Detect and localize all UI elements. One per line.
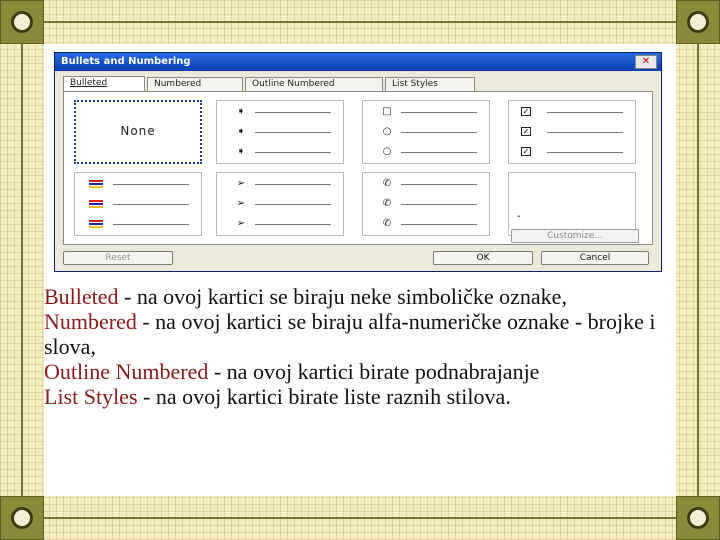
arrowhead-bullet-icon: ➢ xyxy=(236,198,246,209)
bullet-option-checkbox[interactable]: ✓ ✓ ✓ xyxy=(508,100,636,164)
ring-icon xyxy=(11,11,33,33)
picture-bullet-icon xyxy=(89,180,103,188)
arrow-bullet-icon: ➧ xyxy=(236,146,246,157)
tab-label: List Styles xyxy=(392,79,438,89)
hand-bullet-icon: ✆ xyxy=(382,198,392,209)
tab-label: Outline Numbered xyxy=(252,79,335,89)
bullet-row: ➢ xyxy=(225,217,335,231)
picture-bullet-icon xyxy=(89,200,103,208)
bullet-row xyxy=(83,177,193,191)
bullet-row: ➢ xyxy=(225,177,335,191)
reset-button[interactable]: Reset xyxy=(63,251,173,265)
bullet-row: ○ xyxy=(371,145,481,159)
frame-top-line xyxy=(22,21,698,23)
description-list-styles: List Styles - na ovoj kartici birate lis… xyxy=(44,384,684,409)
corner-ornament-top-left xyxy=(0,0,44,44)
bullets-numbering-dialog: Bullets and Numbering ✕ Bulleted Numbere… xyxy=(54,52,662,272)
keyword: Numbered xyxy=(44,309,137,334)
bullet-option-none[interactable]: None xyxy=(74,100,202,164)
arrow-bullet-icon: ➧ xyxy=(236,126,246,137)
arrowhead-bullet-icon: ➢ xyxy=(236,218,246,229)
bullet-row xyxy=(83,197,193,211)
tab-bulleted[interactable]: Bulleted xyxy=(63,76,145,91)
description-text: Bulleted - na ovoj kartici se biraju nek… xyxy=(44,284,684,409)
frame-right-line xyxy=(697,22,699,518)
arrowhead-bullet-icon: ➢ xyxy=(236,178,246,189)
bullet-option-picture[interactable] xyxy=(74,172,202,236)
keyword: Bulleted xyxy=(44,284,119,309)
bullet-row: ✆ xyxy=(371,217,481,231)
bullet-option-hand[interactable]: ✆ ✆ ✆ xyxy=(362,172,490,236)
explanation: - na ovoj kartici birate liste raznih st… xyxy=(137,384,511,409)
checkbox-bullet-icon: ✓ xyxy=(521,107,531,116)
checkbox-bullet-icon: ✓ xyxy=(521,127,531,136)
bullet-option-hollow[interactable]: □ ○ ○ xyxy=(362,100,490,164)
bullet-row xyxy=(83,217,193,231)
corner-ornament-bottom-right xyxy=(676,496,720,540)
tab-label: Numbered xyxy=(154,79,202,89)
dash-bullet-icon: - xyxy=(517,211,521,222)
hand-bullet-icon: ✆ xyxy=(382,178,392,189)
checkbox-bullet-icon: ✓ xyxy=(521,147,531,156)
tab-numbered[interactable]: Numbered xyxy=(147,77,243,91)
description-outline-numbered: Outline Numbered - na ovoj kartici birat… xyxy=(44,359,684,384)
dialog-titlebar: Bullets and Numbering ✕ xyxy=(55,53,661,71)
bullet-row: □ xyxy=(371,105,481,119)
bulleted-tab-panel: None ➧ ➧ ➧ □ ○ ○ ✓ ✓ ✓ ➢ ➢ ➢ ✆ ✆ ✆ - xyxy=(63,91,653,245)
none-label: None xyxy=(120,124,156,138)
bullet-row: ✓ xyxy=(517,105,627,119)
tab-outline-numbered[interactable]: Outline Numbered xyxy=(245,77,383,91)
arrow-bullet-icon: ➧ xyxy=(236,106,246,117)
cancel-button[interactable]: Cancel xyxy=(541,251,649,265)
frame-left-line xyxy=(21,22,23,518)
keyword: Outline Numbered xyxy=(44,359,209,384)
circle-bullet-icon: ○ xyxy=(382,126,392,137)
ring-icon xyxy=(687,11,709,33)
bullet-row: ✓ xyxy=(517,125,627,139)
bullet-row: ➧ xyxy=(225,145,335,159)
corner-ornament-top-right xyxy=(676,0,720,44)
slide-content: Bullets and Numbering ✕ Bulleted Numbere… xyxy=(44,44,676,496)
tab-label: Bulleted xyxy=(70,78,108,88)
description-numbered: Numbered - na ovoj kartici se biraju alf… xyxy=(44,309,684,359)
ring-icon xyxy=(687,507,709,529)
explanation: - na ovoj kartici se biraju neke simboli… xyxy=(118,284,567,309)
ok-button[interactable]: OK xyxy=(433,251,533,265)
explanation: - na ovoj kartici birate podnabrajanje xyxy=(208,359,540,384)
keyword: List Styles xyxy=(44,384,138,409)
hand-bullet-icon: ✆ xyxy=(382,218,392,229)
picture-bullet-icon xyxy=(89,220,103,228)
bullet-row: ○ xyxy=(371,125,481,139)
description-bulleted: Bulleted - na ovoj kartici se biraju nek… xyxy=(44,284,684,309)
customize-button[interactable]: Customize... xyxy=(511,229,639,243)
ring-icon xyxy=(11,507,33,529)
bullet-row: ➧ xyxy=(225,125,335,139)
bullet-row: ✓ xyxy=(517,145,627,159)
tab-list-styles[interactable]: List Styles xyxy=(385,77,475,91)
close-button[interactable]: ✕ xyxy=(635,55,657,69)
bullet-row: ✆ xyxy=(371,197,481,211)
bullet-row: ➧ xyxy=(225,105,335,119)
circle-bullet-icon: ○ xyxy=(382,146,392,157)
bullet-row: ✆ xyxy=(371,177,481,191)
bullet-option-arrowhead[interactable]: ➢ ➢ ➢ xyxy=(216,172,344,236)
corner-ornament-bottom-left xyxy=(0,496,44,540)
bullet-option-arrow[interactable]: ➧ ➧ ➧ xyxy=(216,100,344,164)
square-bullet-icon: □ xyxy=(382,106,392,117)
dialog-title: Bullets and Numbering xyxy=(61,56,191,67)
bullet-row: ➢ xyxy=(225,197,335,211)
frame-bottom-line xyxy=(22,517,698,519)
bullet-option-dash[interactable]: - xyxy=(508,172,636,236)
